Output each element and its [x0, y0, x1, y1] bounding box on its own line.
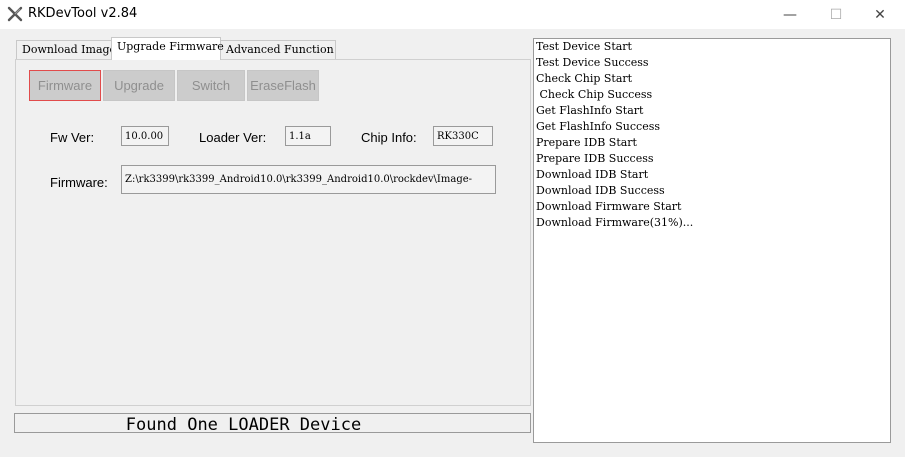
- firmware-path-label: Firmware:: [50, 175, 108, 190]
- close-button[interactable]: ✕: [857, 0, 903, 29]
- upgrade-firmware-panel: Firmware Upgrade Switch EraseFlash Fw Ve…: [15, 59, 531, 406]
- upgrade-button[interactable]: Upgrade: [103, 70, 175, 101]
- status-bar: Found One LOADER Device: [14, 413, 531, 435]
- maximize-button[interactable]: ☐: [813, 0, 859, 29]
- log-line: Prepare IDB Start: [536, 136, 637, 149]
- log-line: Test Device Start: [536, 40, 632, 53]
- log-line: Check Chip Success: [536, 88, 653, 101]
- tab-advanced-function[interactable]: Advanced Function: [220, 40, 336, 59]
- switch-button[interactable]: Switch: [177, 70, 245, 101]
- loader-ver-label: Loader Ver:: [199, 130, 267, 145]
- firmware-path-field[interactable]: Z:\rk3399\rk3399_Android10.0\rk3399_Andr…: [121, 165, 496, 194]
- log-line: Download IDB Success: [536, 184, 665, 197]
- tab-upgrade-firmware[interactable]: Upgrade Firmware: [111, 37, 224, 60]
- log-line: Get FlashInfo Start: [536, 104, 644, 117]
- title-bar: RKDevTool v2.84 — ☐ ✕: [0, 0, 905, 29]
- minimize-button[interactable]: —: [767, 0, 813, 29]
- fw-ver-field: 10.0.00: [121, 126, 169, 146]
- chip-info-field: RK330C: [433, 126, 493, 146]
- log-line: Get FlashInfo Success: [536, 120, 661, 133]
- log-line: Download Firmware Start: [536, 200, 682, 213]
- log-line: Prepare IDB Success: [536, 152, 654, 165]
- maximize-icon: ☐: [829, 6, 843, 23]
- tab-download-image[interactable]: Download Image: [16, 40, 118, 59]
- app-icon: [7, 6, 23, 22]
- log-line: Test Device Success: [536, 56, 649, 69]
- log-line: Download IDB Start: [536, 168, 649, 181]
- firmware-button[interactable]: Firmware: [29, 70, 101, 101]
- log-line: Download Firmware(31%)...: [536, 216, 694, 229]
- minimize-icon: —: [783, 6, 797, 23]
- window-title: RKDevTool v2.84: [28, 6, 138, 21]
- log-panel[interactable]: Test Device Start Test Device Success Chec…: [533, 38, 891, 443]
- fw-ver-label: Fw Ver:: [50, 130, 95, 145]
- loader-ver-field: 1.1a: [285, 126, 331, 146]
- status-text: Found One LOADER Device: [125, 415, 362, 435]
- close-icon: ✕: [874, 6, 886, 23]
- log-line: Check Chip Start: [536, 72, 633, 85]
- eraseflash-button[interactable]: EraseFlash: [247, 70, 319, 101]
- chip-info-label: Chip Info:: [361, 130, 417, 145]
